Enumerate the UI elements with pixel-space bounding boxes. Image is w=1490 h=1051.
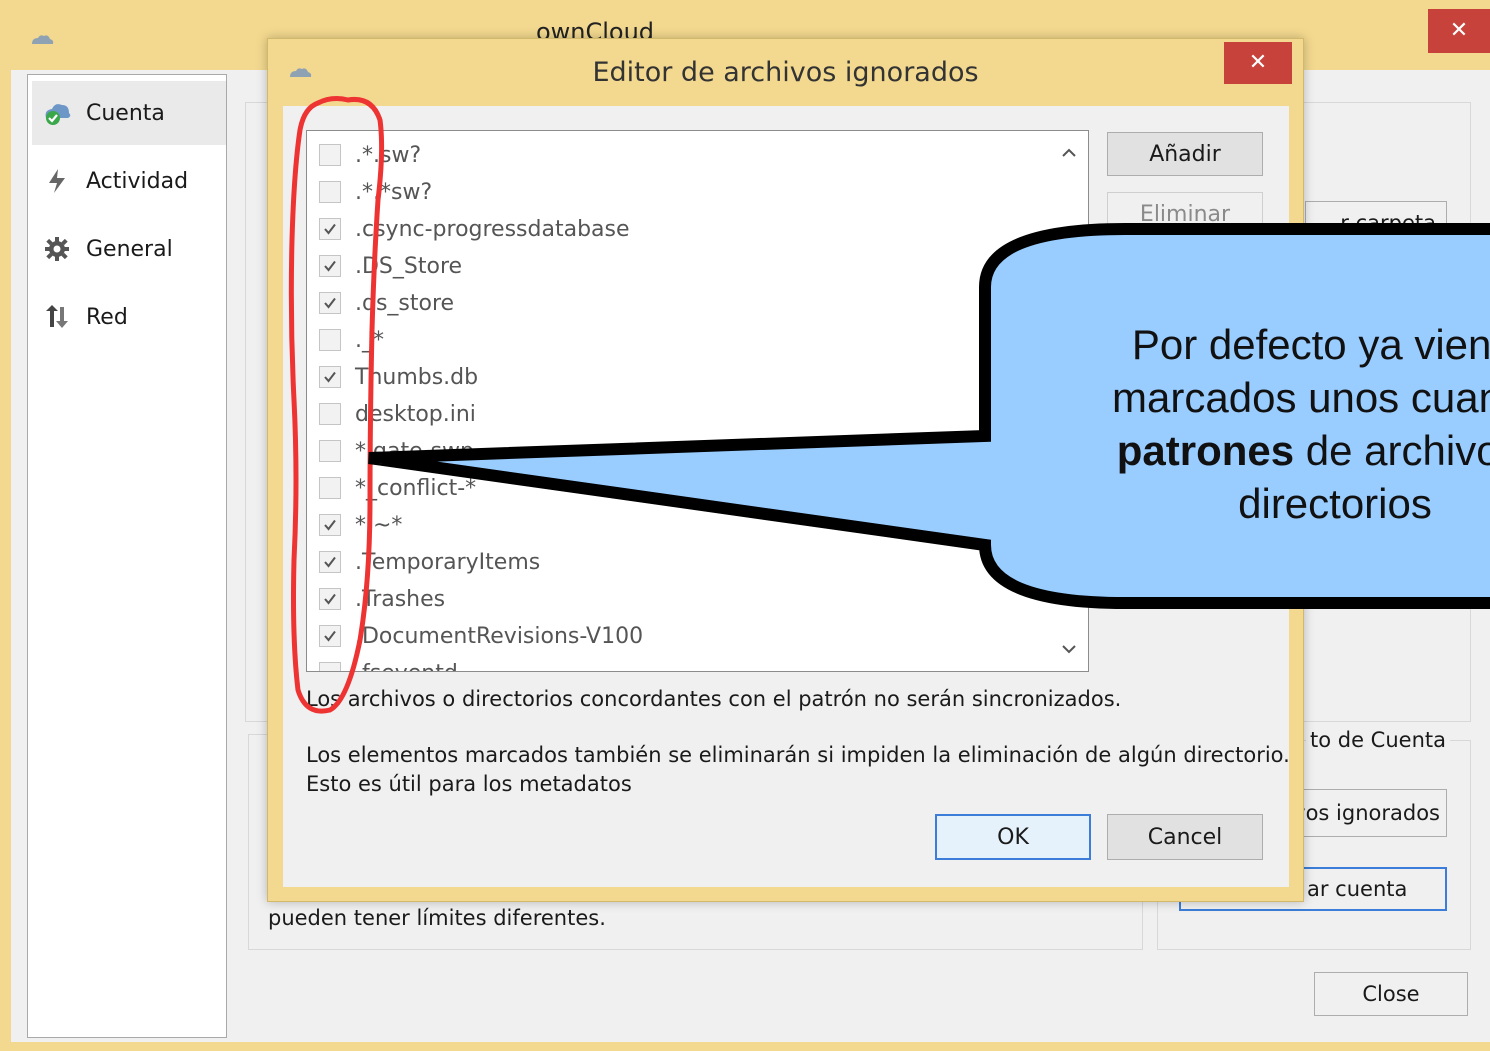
checkbox-unchecked[interactable] [319, 144, 341, 166]
cancel-button[interactable]: Cancel [1107, 814, 1263, 860]
pattern-text: *.gate-swp [355, 438, 474, 464]
checkmark-icon [324, 260, 336, 272]
quota-info-text: pueden tener límites diferentes. [268, 906, 606, 930]
pattern-text: ._* [355, 327, 384, 353]
account-group-label: to de Cuenta [1306, 728, 1450, 752]
pattern-list-item[interactable]: *.~* [319, 508, 402, 542]
pattern-text: .csync-progressdatabase [355, 216, 630, 242]
pattern-list-item[interactable]: .*.*sw? [319, 175, 432, 209]
settings-sidebar: Cuenta Actividad General Red [27, 74, 227, 1038]
pattern-text: .DS_Store [355, 253, 463, 279]
pattern-list-item[interactable]: ._* [319, 323, 384, 357]
checkmark-icon [324, 593, 336, 605]
ok-button[interactable]: OK [935, 814, 1091, 860]
pattern-list-item[interactable]: *_conflict-* [319, 471, 476, 505]
sidebar-item-actividad[interactable]: Actividad [32, 149, 226, 213]
pattern-text: .*.sw? [355, 142, 422, 168]
checkbox-checked[interactable] [319, 255, 341, 277]
info-text-line-3: Esto es útil para los metadatos [306, 772, 632, 796]
checkbox-unchecked[interactable] [319, 662, 341, 671]
pattern-list-item[interactable]: .DocumentRevisions-V100 [319, 619, 643, 653]
checkbox-checked[interactable] [319, 551, 341, 573]
checkbox-unchecked[interactable] [319, 403, 341, 425]
checkmark-icon [324, 297, 336, 309]
checkmark-icon [324, 556, 336, 568]
checkbox-unchecked[interactable] [319, 329, 341, 351]
info-text-line-2: Los elementos marcados también se elimin… [306, 743, 1290, 767]
info-text-line-1: Los archivos o directorios concordantes … [306, 687, 1122, 711]
sidebar-item-cuenta[interactable]: Cuenta [32, 81, 226, 145]
pattern-text: *.~* [355, 512, 403, 538]
pattern-text: .TemporaryItems [355, 549, 541, 575]
pattern-text: desktop.ini [355, 401, 476, 427]
account-cloud-check-icon [42, 98, 72, 128]
pattern-list-item[interactable]: .fseventd [319, 656, 458, 672]
pattern-list-item[interactable]: .DS_Store [319, 249, 462, 283]
checkmark-icon [324, 223, 336, 235]
close-button[interactable]: Close [1314, 972, 1468, 1016]
pattern-list-item[interactable]: .TemporaryItems [319, 545, 540, 579]
checkmark-icon [324, 371, 336, 383]
checkbox-unchecked[interactable] [319, 440, 341, 462]
pattern-list-item[interactable]: .csync-progressdatabase [319, 212, 630, 246]
add-pattern-button[interactable]: Añadir [1107, 132, 1263, 176]
checkbox-unchecked[interactable] [319, 181, 341, 203]
remove-pattern-button[interactable]: Eliminar [1107, 192, 1263, 236]
main-window-title: ownCloud [535, 18, 655, 40]
sidebar-item-label: General [86, 236, 173, 262]
dialog-close-button[interactable]: ✕ [1224, 42, 1292, 84]
checkmark-icon [324, 630, 336, 642]
pattern-text: .ds_store [355, 290, 455, 316]
pattern-list-item[interactable]: .*.sw? [319, 138, 421, 172]
checkmark-icon [324, 519, 336, 531]
main-close-button[interactable]: ✕ [1428, 9, 1490, 53]
checkbox-checked[interactable] [319, 218, 341, 240]
pattern-text: *_conflict-* [355, 475, 477, 501]
checkbox-checked[interactable] [319, 588, 341, 610]
sidebar-item-label: Red [86, 304, 128, 330]
sidebar-item-label: Actividad [86, 168, 189, 194]
pattern-text: .DocumentRevisions-V100 [355, 623, 644, 649]
ignored-files-editor-dialog: Editor de archivos ignorados ✕ .*.sw? .*.… [267, 38, 1304, 902]
checkbox-checked[interactable] [319, 514, 341, 536]
checkbox-checked[interactable] [319, 366, 341, 388]
pattern-list-item[interactable]: .ds_store [319, 286, 454, 320]
checkbox-checked[interactable] [319, 625, 341, 647]
pattern-list-item[interactable]: Thumbs.db [319, 360, 478, 394]
sidebar-item-label: Cuenta [86, 100, 165, 126]
dialog-client-area: .*.sw? .*.*sw? .csync-progressdatabase .DS_… [283, 106, 1290, 887]
gear-icon [42, 234, 72, 264]
activity-bolt-icon [42, 166, 72, 196]
pattern-list-item[interactable]: .Trashes [319, 582, 445, 616]
pattern-text: .*.*sw? [355, 179, 433, 205]
sidebar-item-red[interactable]: Red [32, 285, 226, 349]
scroll-up-icon[interactable] [1057, 143, 1081, 163]
pattern-text: .fseventd [355, 661, 458, 672]
pattern-text: .Trashes [355, 586, 446, 612]
pattern-list-item[interactable]: *.gate-swp [319, 434, 474, 468]
pattern-text: Thumbs.db [355, 364, 479, 390]
checkbox-checked[interactable] [319, 292, 341, 314]
pattern-list-item[interactable]: desktop.ini [319, 397, 476, 431]
add-folder-button[interactable]: r carpeta [1305, 201, 1447, 245]
checkbox-unchecked[interactable] [319, 477, 341, 499]
ignore-patterns-list[interactable]: .*.sw? .*.*sw? .csync-progressdatabase .DS_… [306, 130, 1089, 672]
scroll-down-icon[interactable] [1057, 639, 1081, 659]
network-arrows-icon [42, 302, 72, 332]
dialog-title: Editor de archivos ignorados [592, 57, 979, 88]
sidebar-item-general[interactable]: General [32, 217, 226, 281]
